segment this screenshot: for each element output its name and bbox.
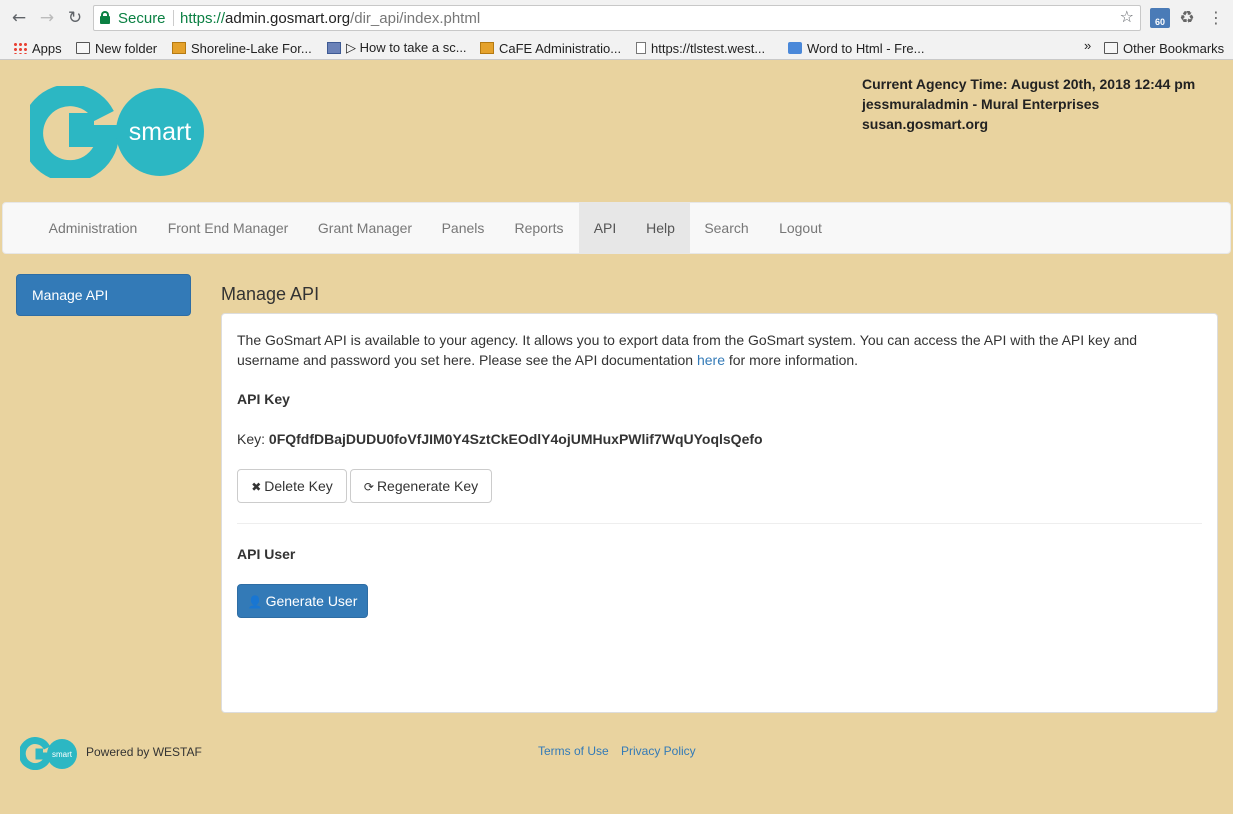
nav-search[interactable]: Search bbox=[690, 203, 763, 253]
api-intro-text: The GoSmart API is available to your age… bbox=[237, 330, 1197, 370]
browser-chrome: ← → ↻ Secure https://admin.gosmart.org/d… bbox=[0, 0, 1233, 60]
footer-gosmart-logo: smart bbox=[20, 737, 77, 770]
bookmark-label: Other Bookmarks bbox=[1123, 40, 1225, 56]
calendar-extension-icon[interactable]: 60 bbox=[1150, 8, 1170, 28]
api-key-line: Key: 0FQfdfDBajDUDU0foVfJIM0Y4SztCkEOdlY… bbox=[237, 431, 763, 447]
privacy-policy-link[interactable]: Privacy Policy bbox=[621, 744, 696, 758]
nav-help[interactable]: Help bbox=[631, 203, 690, 253]
back-arrow-icon[interactable]: ← bbox=[8, 7, 30, 29]
bookmark-new-folder[interactable]: New folder bbox=[76, 39, 157, 57]
url-host: admin.gosmart.org bbox=[225, 10, 351, 27]
page-icon bbox=[636, 42, 646, 54]
agency-time: Current Agency Time: August 20th, 2018 1… bbox=[862, 76, 1196, 92]
bookmark-star-icon[interactable]: ☆ bbox=[1120, 7, 1134, 26]
extension-badge: 60 bbox=[1154, 17, 1165, 27]
apps-grid-icon bbox=[13, 42, 27, 54]
nav-reports[interactable]: Reports bbox=[499, 203, 579, 253]
nav-front-end-manager[interactable]: Front End Manager bbox=[153, 203, 303, 253]
intro-text-part1: The GoSmart API is available to your age… bbox=[237, 332, 1138, 368]
bookmark-label: Shoreline-Lake For... bbox=[191, 40, 312, 56]
bookmark-word-to-html[interactable]: Word to Html - Fre... bbox=[788, 39, 925, 57]
footer-logo-text: smart bbox=[52, 750, 73, 759]
nav-grant-manager[interactable]: Grant Manager bbox=[303, 203, 427, 253]
cafe-icon bbox=[480, 42, 494, 54]
bookmark-tlstest[interactable]: https://tlstest.west... bbox=[636, 39, 765, 57]
folder-icon bbox=[76, 42, 90, 54]
browser-toolbar: ← → ↻ Secure https://admin.gosmart.org/d… bbox=[0, 0, 1233, 36]
nav-logout[interactable]: Logout bbox=[763, 203, 838, 253]
bookmark-label: New folder bbox=[95, 40, 158, 56]
agency-info: Current Agency Time: August 20th, 2018 1… bbox=[862, 74, 1195, 134]
intro-text-part2: for more information. bbox=[724, 352, 859, 368]
reload-icon[interactable]: ↻ bbox=[64, 7, 86, 29]
bookmark-cafe-admin[interactable]: CaFE Administratio... bbox=[480, 39, 621, 57]
address-divider bbox=[173, 10, 174, 26]
url-text[interactable]: https://admin.gosmart.org/dir_api/index.… bbox=[180, 10, 480, 27]
bookmarks-bar: Apps New folder Shoreline-Lake For... ▷ … bbox=[0, 36, 1233, 59]
api-docs-link[interactable]: here bbox=[697, 352, 725, 368]
bookmark-label: Apps bbox=[32, 40, 62, 56]
recycle-extension-icon[interactable]: ♻ bbox=[1177, 8, 1197, 28]
close-icon: ✖ bbox=[251, 480, 262, 494]
delete-key-label: Delete Key bbox=[264, 478, 333, 494]
bookmark-how-to[interactable]: ▷ How to take a sc... bbox=[327, 39, 467, 57]
bookmark-label: CaFE Administratio... bbox=[499, 40, 622, 56]
bookmark-label: Word to Html - Fre... bbox=[807, 40, 925, 56]
terms-of-use-link[interactable]: Terms of Use bbox=[538, 744, 609, 758]
bookmark-apps[interactable]: Apps bbox=[13, 39, 62, 57]
sidebar-item-manage-api[interactable]: Manage API bbox=[16, 274, 191, 316]
powered-by: Powered by WESTAF bbox=[86, 745, 202, 759]
main-navbar: Administration Front End Manager Grant M… bbox=[2, 202, 1231, 254]
cafe-icon bbox=[172, 42, 186, 54]
delete-key-button[interactable]: ✖ Delete Key bbox=[237, 469, 347, 503]
nav-administration[interactable]: Administration bbox=[33, 203, 153, 253]
code-icon bbox=[788, 42, 802, 54]
bookmark-shoreline[interactable]: Shoreline-Lake For... bbox=[172, 39, 312, 57]
user-icon: 👤 bbox=[247, 595, 263, 609]
site-domain: susan.gosmart.org bbox=[862, 116, 989, 132]
lock-icon bbox=[100, 11, 110, 24]
manage-api-panel: The GoSmart API is available to your age… bbox=[221, 313, 1218, 713]
more-bookmarks-chevron[interactable]: » bbox=[1084, 38, 1091, 53]
url-path: /dir_api/index.phtml bbox=[350, 10, 481, 27]
generate-user-button[interactable]: 👤 Generate User bbox=[237, 584, 368, 618]
bookmark-label: https://tlstest.west... bbox=[651, 40, 766, 56]
refresh-icon: ⟳ bbox=[363, 480, 374, 494]
api-key-label: Key: bbox=[237, 431, 269, 447]
bookmark-label: ▷ How to take a sc... bbox=[346, 40, 467, 55]
section-divider bbox=[237, 523, 1202, 524]
api-key-value: 0FQfdfDBajDUDU0foVfJIM0Y4SztCkEOdlY4ojUM… bbox=[268, 431, 763, 447]
user-agency: jessmuraladmin - Mural Enterprises bbox=[862, 96, 1100, 112]
regenerate-key-button[interactable]: ⟳ Regenerate Key bbox=[350, 469, 492, 503]
regenerate-key-label: Regenerate Key bbox=[376, 478, 479, 494]
api-key-heading: API Key bbox=[237, 391, 290, 407]
nav-panels[interactable]: Panels bbox=[427, 203, 499, 253]
secure-label: Secure bbox=[118, 10, 166, 27]
browser-menu-icon[interactable]: ⋮ bbox=[1206, 8, 1226, 28]
api-user-heading: API User bbox=[237, 546, 296, 562]
forward-arrow-icon[interactable]: → bbox=[36, 7, 58, 29]
generate-user-label: Generate User bbox=[265, 593, 358, 609]
image-icon bbox=[327, 42, 341, 54]
address-bar[interactable]: Secure https://admin.gosmart.org/dir_api… bbox=[93, 5, 1141, 31]
bookmark-other[interactable]: Other Bookmarks bbox=[1104, 39, 1224, 57]
logo-text: smart bbox=[129, 118, 192, 146]
nav-api[interactable]: API bbox=[579, 203, 631, 253]
page-title: Manage API bbox=[221, 284, 320, 304]
folder-icon bbox=[1104, 42, 1118, 54]
gosmart-logo[interactable]: smart bbox=[30, 86, 208, 178]
url-scheme: https:// bbox=[180, 10, 226, 27]
